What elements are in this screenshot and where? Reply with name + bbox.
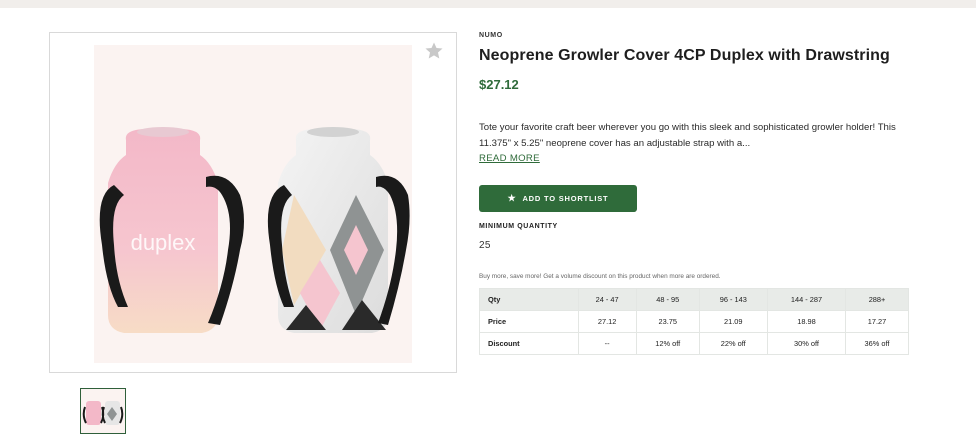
table-cell: Price — [479, 310, 579, 333]
thumbnail-illustration — [82, 401, 124, 425]
product-photo[interactable]: duplex — [94, 45, 412, 363]
table-header-cell: 288+ — [845, 288, 909, 311]
minimum-quantity-label: MINIMUM QUANTITY — [479, 223, 558, 230]
table-cell: -- — [577, 332, 637, 355]
table-cell: Discount — [479, 332, 579, 355]
table-header-row: Qty 24 - 47 48 - 95 96 - 143 144 - 287 2… — [479, 288, 909, 311]
table-header-cell: Qty — [479, 288, 579, 311]
duplex-print: duplex — [131, 230, 196, 255]
product-price: $27.12 — [479, 77, 519, 92]
minimum-quantity-value: 25 — [479, 240, 491, 251]
volume-pricing-table: Qty 24 - 47 48 - 95 96 - 143 144 - 287 2… — [479, 288, 909, 355]
table-cell: 30% off — [766, 332, 847, 355]
table-cell: 36% off — [845, 332, 909, 355]
table-header-cell: 48 - 95 — [635, 288, 700, 311]
main-image-frame: duplex — [49, 32, 457, 373]
table-header-cell: 24 - 47 — [577, 288, 637, 311]
table-cell: 12% off — [635, 332, 700, 355]
table-cell: 17.27 — [845, 310, 909, 333]
table-row-discount: Discount -- 12% off 22% off 30% off 36% … — [479, 332, 909, 355]
marble-growler-cover — [278, 127, 388, 333]
add-to-shortlist-button[interactable]: ★ ADD TO SHORTLIST — [479, 185, 637, 212]
table-cell: 23.75 — [635, 310, 700, 333]
brand-name: NUMO — [479, 32, 503, 39]
table-header-cell: 144 - 287 — [766, 288, 847, 311]
table-row-price: Price 27.12 23.75 21.09 18.98 17.27 — [479, 310, 909, 333]
table-cell: 27.12 — [577, 310, 637, 333]
product-title: Neoprene Growler Cover 4CP Duplex with D… — [479, 47, 890, 64]
table-header-cell: 96 - 143 — [698, 288, 768, 311]
add-to-shortlist-label: ADD TO SHORTLIST — [522, 194, 609, 203]
growler-covers-illustration: duplex — [99, 127, 410, 333]
read-more-link[interactable]: READ MORE — [479, 153, 540, 164]
favorite-star-icon[interactable] — [424, 41, 444, 61]
star-icon: ★ — [507, 193, 517, 203]
volume-discount-note: Buy more, save more! Get a volume discou… — [479, 273, 721, 280]
top-banner-strip — [0, 0, 976, 8]
table-cell: 18.98 — [766, 310, 847, 333]
table-cell: 22% off — [698, 332, 768, 355]
thumbnail-image[interactable] — [80, 388, 126, 434]
table-cell: 21.09 — [698, 310, 768, 333]
product-description: Tote your favorite craft beer wherever y… — [479, 122, 896, 149]
